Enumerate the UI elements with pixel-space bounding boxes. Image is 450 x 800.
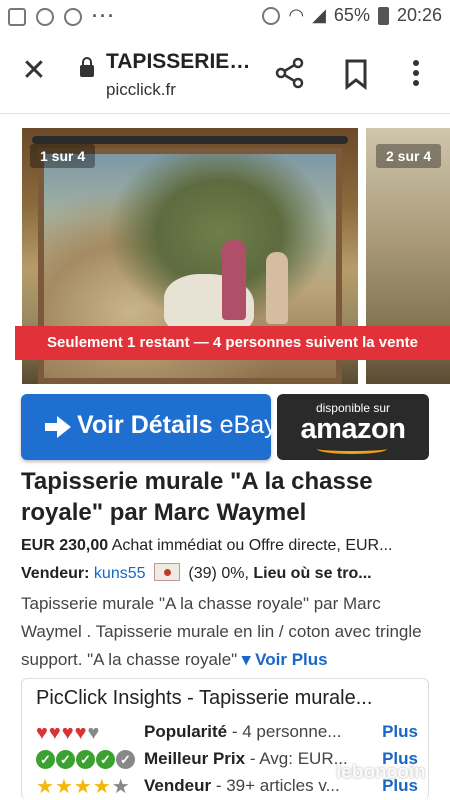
wifi-icon: ◠ — [288, 5, 305, 25]
amazon-smile-icon — [317, 444, 387, 454]
tapestry-rod — [32, 136, 348, 144]
insight-plus-link[interactable]: Plus — [382, 722, 418, 742]
star-rating: ★ ★ ★ ★ ★ — [36, 777, 130, 799]
product-title: Tapisserie murale "A la chasse royale" p… — [21, 468, 373, 526]
heart-icon: ♥ — [48, 722, 61, 744]
watermark: leboncoin — [336, 762, 426, 783]
image-gallery[interactable]: 1 sur 4 2 sur 4 Seulement 1 restant — 4 … — [0, 114, 450, 384]
star-icon: ★ — [36, 776, 54, 798]
amazon-logo-text: amazon — [300, 413, 406, 445]
bookmark-button[interactable] — [342, 58, 370, 91]
battery-icon — [377, 6, 389, 25]
insight-detail: - Avg: EUR... — [245, 749, 348, 768]
notification-icons: ··· — [8, 6, 116, 27]
insight-text: Popularité - 4 personne... — [144, 722, 364, 742]
heart-icon: ♥ — [36, 722, 48, 744]
check-icon: ✓ — [36, 750, 55, 769]
close-button[interactable]: ✕ — [18, 56, 50, 88]
share-button[interactable] — [274, 56, 306, 90]
seller-label: Vendeur: — [21, 565, 90, 582]
browser-toolbar: ✕ TAPISSERIE MURALE... picclick.fr — [0, 34, 450, 114]
insight-text: Vendeur - 39+ articles v... — [144, 776, 364, 796]
heart-rating: ♥ ♥ ♥ ♥ ♥ — [36, 723, 99, 745]
seller-row: Vendeur: kuns55 (39) 0%, Lieu où se tro.… — [21, 563, 433, 583]
view-ebay-button[interactable]: Voir Détails eBay — [21, 394, 277, 460]
photo-counter: 1 sur 4 — [30, 144, 96, 168]
signal-icon: ◢ — [312, 5, 326, 25]
lock-icon — [80, 57, 94, 77]
price-row: EUR 230,00 Achat immédiat ou Offre direc… — [21, 537, 433, 555]
voir-plus-link[interactable]: ▾ Voir Plus — [242, 650, 328, 669]
amazon-button[interactable]: disponible sur amazon — [277, 394, 429, 460]
heart-icon: ♥ — [74, 722, 87, 744]
more-vertical-icon — [413, 60, 419, 86]
check-icon: ✓ — [56, 750, 75, 769]
product-description: Tapisserie murale "A la chasse royale" p… — [21, 590, 433, 674]
more-options-button[interactable] — [402, 56, 430, 90]
rider-figure — [222, 240, 246, 320]
insights-title: PicClick Insights - Tapisserie murale... — [36, 687, 373, 709]
check-icon: ✓ — [96, 750, 115, 769]
insight-detail: - 4 personne... — [227, 722, 342, 741]
page-title: TAPISSERIE MURALE... — [106, 50, 256, 73]
close-icon: ✕ — [21, 54, 47, 87]
seller-stats: (39) 0%, — [188, 565, 249, 582]
url-text: picclick.fr — [106, 80, 176, 99]
insight-text: Meilleur Prix - Avg: EUR... — [144, 749, 364, 769]
rider-figure — [266, 252, 288, 324]
check-icon: ✓ — [76, 750, 95, 769]
price: EUR 230,00 — [21, 537, 109, 554]
ebay-button-prefix: Voir Détails — [77, 411, 220, 439]
ebay-button-suffix: eBay — [219, 411, 277, 439]
star-icon: ★ — [54, 776, 73, 798]
star-icon: ★ — [73, 776, 92, 798]
insight-label: Vendeur — [144, 776, 212, 795]
more-notifications-icon: ··· — [92, 6, 116, 26]
star-icon: ★ — [92, 776, 111, 798]
check-icon: ✓ — [116, 750, 135, 769]
ebay-button-label: Voir Détails eBay — [77, 411, 277, 440]
heart-icon: ♥ — [61, 722, 74, 744]
description-text: Tapisserie murale "A la chasse royale" p… — [21, 594, 422, 669]
messenger-icon — [36, 7, 54, 26]
insight-popularity-row: ♥ ♥ ♥ ♥ ♥ Popularité - 4 personne... Plu… — [36, 721, 418, 747]
status-bar: ··· ◠ ◢ 65% 20:26 — [0, 0, 450, 34]
bookmark-icon — [345, 59, 367, 91]
seller-link[interactable]: kuns55 — [94, 565, 146, 582]
insight-detail: - 39+ articles v... — [211, 776, 340, 795]
star-icon: ★ — [111, 776, 130, 798]
arrow-right-icon — [45, 416, 71, 438]
battery-percent: 65% — [333, 5, 370, 25]
share-icon — [275, 57, 304, 89]
photo-notification-icon — [8, 7, 26, 26]
stock-banner: Seulement 1 restant — 4 personnes suiven… — [15, 326, 450, 360]
photo-counter: 2 sur 4 — [376, 144, 442, 168]
heart-icon: ♥ — [87, 722, 100, 744]
alarm-icon — [262, 6, 281, 25]
insight-label: Popularité — [144, 722, 228, 741]
location-label: Lieu où se tro... — [253, 565, 372, 582]
contact-seller-icon[interactable] — [153, 563, 180, 581]
chat-icon — [64, 7, 82, 26]
price-note: Achat immédiat ou Offre directe, EUR... — [111, 537, 393, 554]
system-icons: ◠ ◢ 65% 20:26 — [262, 5, 442, 26]
clock: 20:26 — [396, 5, 442, 25]
insight-label: Meilleur Prix — [144, 749, 246, 768]
check-rating: ✓ ✓ ✓ ✓ ✓ — [36, 750, 135, 772]
